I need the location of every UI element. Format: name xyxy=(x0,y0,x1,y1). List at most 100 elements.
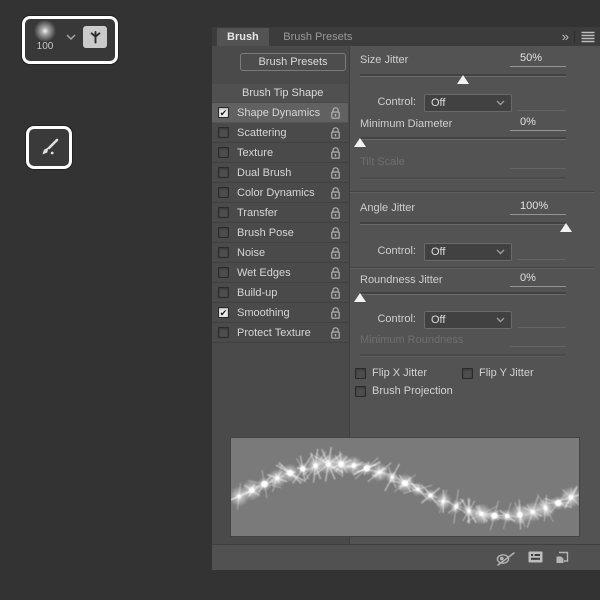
brush-setting-row[interactable]: Wet Edges xyxy=(212,263,348,283)
brush-setting-label: Transfer xyxy=(237,206,278,219)
brush-setting-label: Dual Brush xyxy=(237,166,292,179)
checkbox[interactable] xyxy=(218,247,229,258)
unlock-icon[interactable] xyxy=(330,126,341,140)
tilt-scale-slider xyxy=(360,174,566,187)
live-tip-preview-icon[interactable] xyxy=(494,550,518,567)
brush-setting-label: Noise xyxy=(237,246,266,259)
brush-projection-label: Brush Projection xyxy=(372,385,453,397)
brush-setting-row[interactable]: Shape Dynamics xyxy=(212,103,348,123)
checkbox[interactable] xyxy=(218,327,229,338)
brush-tool-button[interactable] xyxy=(26,126,72,169)
unlock-icon[interactable] xyxy=(330,206,341,220)
minimum-roundness-value-field xyxy=(510,332,566,347)
brush-setting-row[interactable]: Build-up xyxy=(212,283,348,303)
minimum-roundness-label: Minimum Roundness xyxy=(360,334,464,346)
checkbox[interactable] xyxy=(218,287,229,298)
angle-jitter-slider[interactable] xyxy=(360,219,572,232)
unlock-icon[interactable] xyxy=(330,306,341,320)
unlock-icon[interactable] xyxy=(330,106,341,120)
brush-setting-label: Build-up xyxy=(237,286,278,299)
roundness-jitter-slider[interactable] xyxy=(354,289,566,302)
size-jitter-slider[interactable] xyxy=(360,71,566,84)
brush-setting-row[interactable]: Color Dynamics xyxy=(212,183,348,203)
flip-x-jitter-checkbox[interactable] xyxy=(355,368,366,379)
toggle-brush-panel-button[interactable] xyxy=(83,26,107,48)
size-jitter-value-field[interactable]: 50% xyxy=(510,52,566,67)
brush-setting-row[interactable]: Noise xyxy=(212,243,348,263)
checkbox[interactable] xyxy=(218,207,229,218)
brush-setting-row[interactable]: Texture xyxy=(212,143,348,163)
brush-settings-panel: Brush Brush Presets » Brush Presets Brus… xyxy=(212,27,600,570)
brush-preview-thumbnail-icon[interactable] xyxy=(33,20,57,42)
unlock-icon[interactable] xyxy=(330,326,341,340)
brush-setting-label: Protect Texture xyxy=(237,326,311,339)
minimum-diameter-slider[interactable] xyxy=(354,134,566,147)
preset-manager-icon[interactable] xyxy=(528,550,544,564)
unlock-icon[interactable] xyxy=(330,186,341,200)
unlock-icon[interactable] xyxy=(330,246,341,260)
brush-setting-label: Scattering xyxy=(237,126,287,139)
minimum-roundness-slider xyxy=(360,351,566,364)
slider-thumb[interactable] xyxy=(354,293,366,302)
workspace-background: 100 Brush Brush Presets » Brush Presets … xyxy=(0,0,600,600)
minimum-diameter-value-field[interactable]: 0% xyxy=(510,116,566,131)
brush-setting-row[interactable]: Dual Brush xyxy=(212,163,348,183)
sidebar-item-brush-tip-shape[interactable]: Brush Tip Shape xyxy=(212,84,348,102)
unlock-icon[interactable] xyxy=(330,166,341,180)
roundness-control-dropdown[interactable]: Off xyxy=(424,311,512,329)
minimum-diameter-label: Minimum Diameter xyxy=(360,118,453,130)
brush-setting-row[interactable]: Smoothing xyxy=(212,303,348,323)
brush-size-label: 100 xyxy=(36,41,54,52)
brush-setting-label: Wet Edges xyxy=(237,266,291,279)
brush-presets-button[interactable]: Brush Presets xyxy=(240,53,346,71)
brush-setting-label: Shape Dynamics xyxy=(237,106,321,119)
brush-projection-checkbox[interactable] xyxy=(355,386,366,397)
roundness-control-steps-field xyxy=(518,313,566,328)
flip-y-jitter-checkbox[interactable] xyxy=(462,368,473,379)
unlock-icon[interactable] xyxy=(330,226,341,240)
angle-jitter-value-field[interactable]: 100% xyxy=(510,200,566,215)
slider-thumb[interactable] xyxy=(560,223,572,232)
roundness-jitter-value-field[interactable]: 0% xyxy=(510,272,566,287)
tab-brush[interactable]: Brush xyxy=(217,28,269,47)
angle-control-dropdown[interactable]: Off xyxy=(424,243,512,261)
control-label: Control: xyxy=(377,313,416,325)
panel-tab-bar: Brush Brush Presets » xyxy=(212,27,600,47)
tilt-scale-label: Tilt Scale xyxy=(360,156,405,168)
slider-thumb[interactable] xyxy=(354,138,366,147)
panel-menu-icon[interactable] xyxy=(581,31,595,43)
unlock-icon[interactable] xyxy=(330,286,341,300)
angle-control-steps-field xyxy=(518,245,566,260)
flip-y-jitter-label: Flip Y Jitter xyxy=(479,367,534,379)
create-new-brush-icon[interactable] xyxy=(554,550,570,565)
brush-setting-row[interactable]: Scattering xyxy=(212,123,348,143)
size-control-dropdown[interactable]: Off xyxy=(424,94,512,112)
brush-settings-list: Shape Dynamics Scattering Texture Dual B… xyxy=(212,103,348,343)
control-label: Control: xyxy=(377,245,416,257)
unlock-icon[interactable] xyxy=(330,146,341,160)
checkbox[interactable] xyxy=(218,167,229,178)
collapse-panel-icon[interactable]: » xyxy=(562,27,569,46)
brush-setting-row[interactable]: Transfer xyxy=(212,203,348,223)
checkbox[interactable] xyxy=(218,267,229,278)
divider xyxy=(574,30,575,43)
chevron-down-icon xyxy=(496,317,505,323)
brush-setting-label: Smoothing xyxy=(237,306,290,319)
checkbox[interactable] xyxy=(218,307,229,318)
unlock-icon[interactable] xyxy=(330,266,341,280)
checkbox[interactable] xyxy=(218,227,229,238)
brush-setting-row[interactable]: Protect Texture xyxy=(212,323,348,343)
checkbox[interactable] xyxy=(218,187,229,198)
brush-setting-label: Brush Pose xyxy=(237,226,294,239)
checkbox[interactable] xyxy=(218,127,229,138)
checkbox[interactable] xyxy=(218,107,229,118)
checkbox[interactable] xyxy=(218,147,229,158)
slider-thumb[interactable] xyxy=(457,75,469,84)
brush-setting-label: Color Dynamics xyxy=(237,186,315,199)
brush-preset-picker[interactable]: 100 xyxy=(22,16,118,64)
panel-footer xyxy=(212,544,600,570)
brush-setting-row[interactable]: Brush Pose xyxy=(212,223,348,243)
tilt-scale-value-field xyxy=(510,154,566,169)
chevron-down-icon[interactable] xyxy=(66,34,76,41)
tab-brush-presets[interactable]: Brush Presets xyxy=(273,28,362,47)
